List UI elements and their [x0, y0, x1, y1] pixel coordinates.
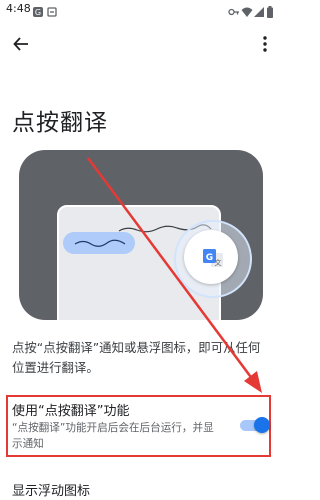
key-icon [46, 3, 58, 17]
signal-icon [253, 3, 265, 17]
status-bar: 4:48 G [0, 0, 279, 18]
notification-icon: G [32, 3, 44, 17]
status-time: 4:48 [6, 2, 31, 15]
selected-text-highlight [63, 232, 135, 254]
battery-icon [266, 3, 274, 18]
google-translate-icon: G 文 [202, 248, 224, 270]
more-vert-icon [263, 36, 267, 52]
more-options-button[interactable] [254, 31, 276, 57]
svg-text:G: G [206, 253, 213, 263]
setting-subtitle: “点按翻译”功能开启后会在后台运行，并显示通知 [12, 422, 214, 450]
arrow-back-icon [13, 37, 28, 51]
toggle-thumb [254, 417, 270, 433]
back-button[interactable] [8, 31, 34, 57]
feature-description: 点按“点按翻译”通知或悬浮图标，即可从任何位置进行翻译。 [12, 340, 261, 375]
svg-text:G: G [35, 8, 41, 17]
enable-tap-to-translate-toggle[interactable] [238, 417, 270, 433]
page-title: 点按翻译 [12, 110, 108, 136]
setting-title[interactable]: 使用“点按翻译”功能 [12, 400, 129, 419]
key-icon [228, 3, 240, 16]
show-floating-icon-setting[interactable]: 显示浮动图标 [12, 480, 90, 499]
wifi-icon [241, 3, 253, 17]
feature-illustration: G 文 [19, 150, 263, 320]
svg-text:文: 文 [215, 258, 222, 267]
